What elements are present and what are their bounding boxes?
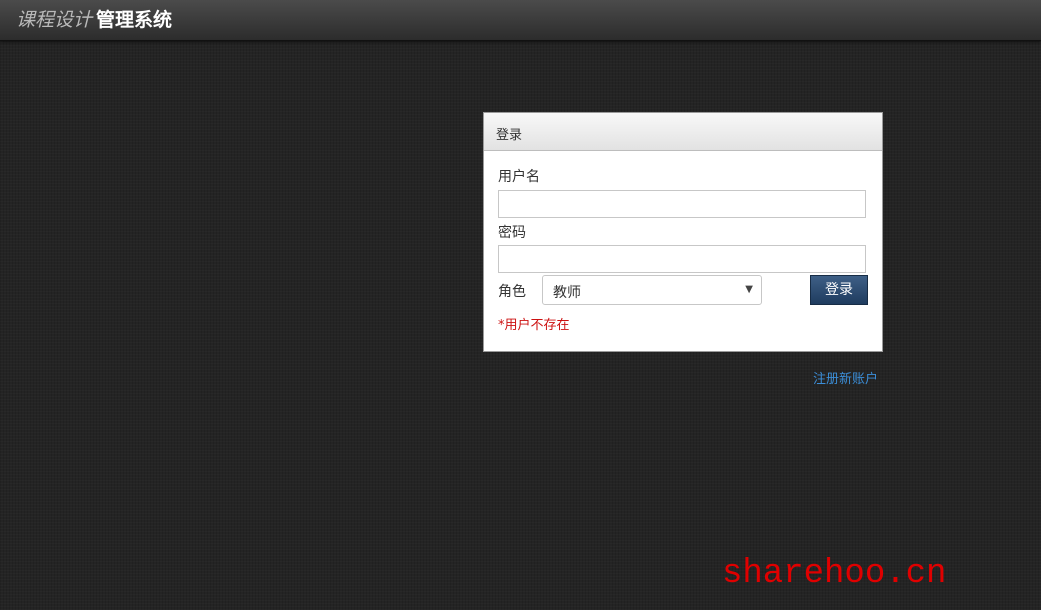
- app-brand[interactable]: 课程设计 管理系统: [16, 8, 172, 32]
- brand-title-bold: 管理系统: [96, 9, 173, 31]
- password-label: 密码: [498, 225, 526, 241]
- username-label: 用户名: [498, 169, 540, 185]
- error-message: *用户不存在: [498, 318, 570, 333]
- role-label: 角色: [498, 284, 526, 300]
- role-select[interactable]: 教师 ▼: [542, 275, 762, 305]
- top-navbar: 课程设计 管理系统: [0, 0, 1041, 41]
- password-input[interactable]: [498, 245, 866, 273]
- login-panel-heading: 登录: [484, 113, 882, 151]
- login-button[interactable]: 登录: [810, 275, 868, 305]
- chevron-down-icon: ▼: [745, 284, 753, 295]
- username-input[interactable]: [498, 190, 866, 218]
- brand-title-light: 课程设计: [16, 9, 93, 31]
- watermark: sharehoo.cn: [722, 555, 947, 593]
- login-panel-title: 登录: [496, 128, 523, 143]
- role-selected-value: 教师: [553, 285, 581, 301]
- register-link[interactable]: 注册新账户: [813, 368, 878, 387]
- login-panel: 登录 用户名 密码 角色 教师 ▼ 登录 *用户不存在: [483, 112, 883, 352]
